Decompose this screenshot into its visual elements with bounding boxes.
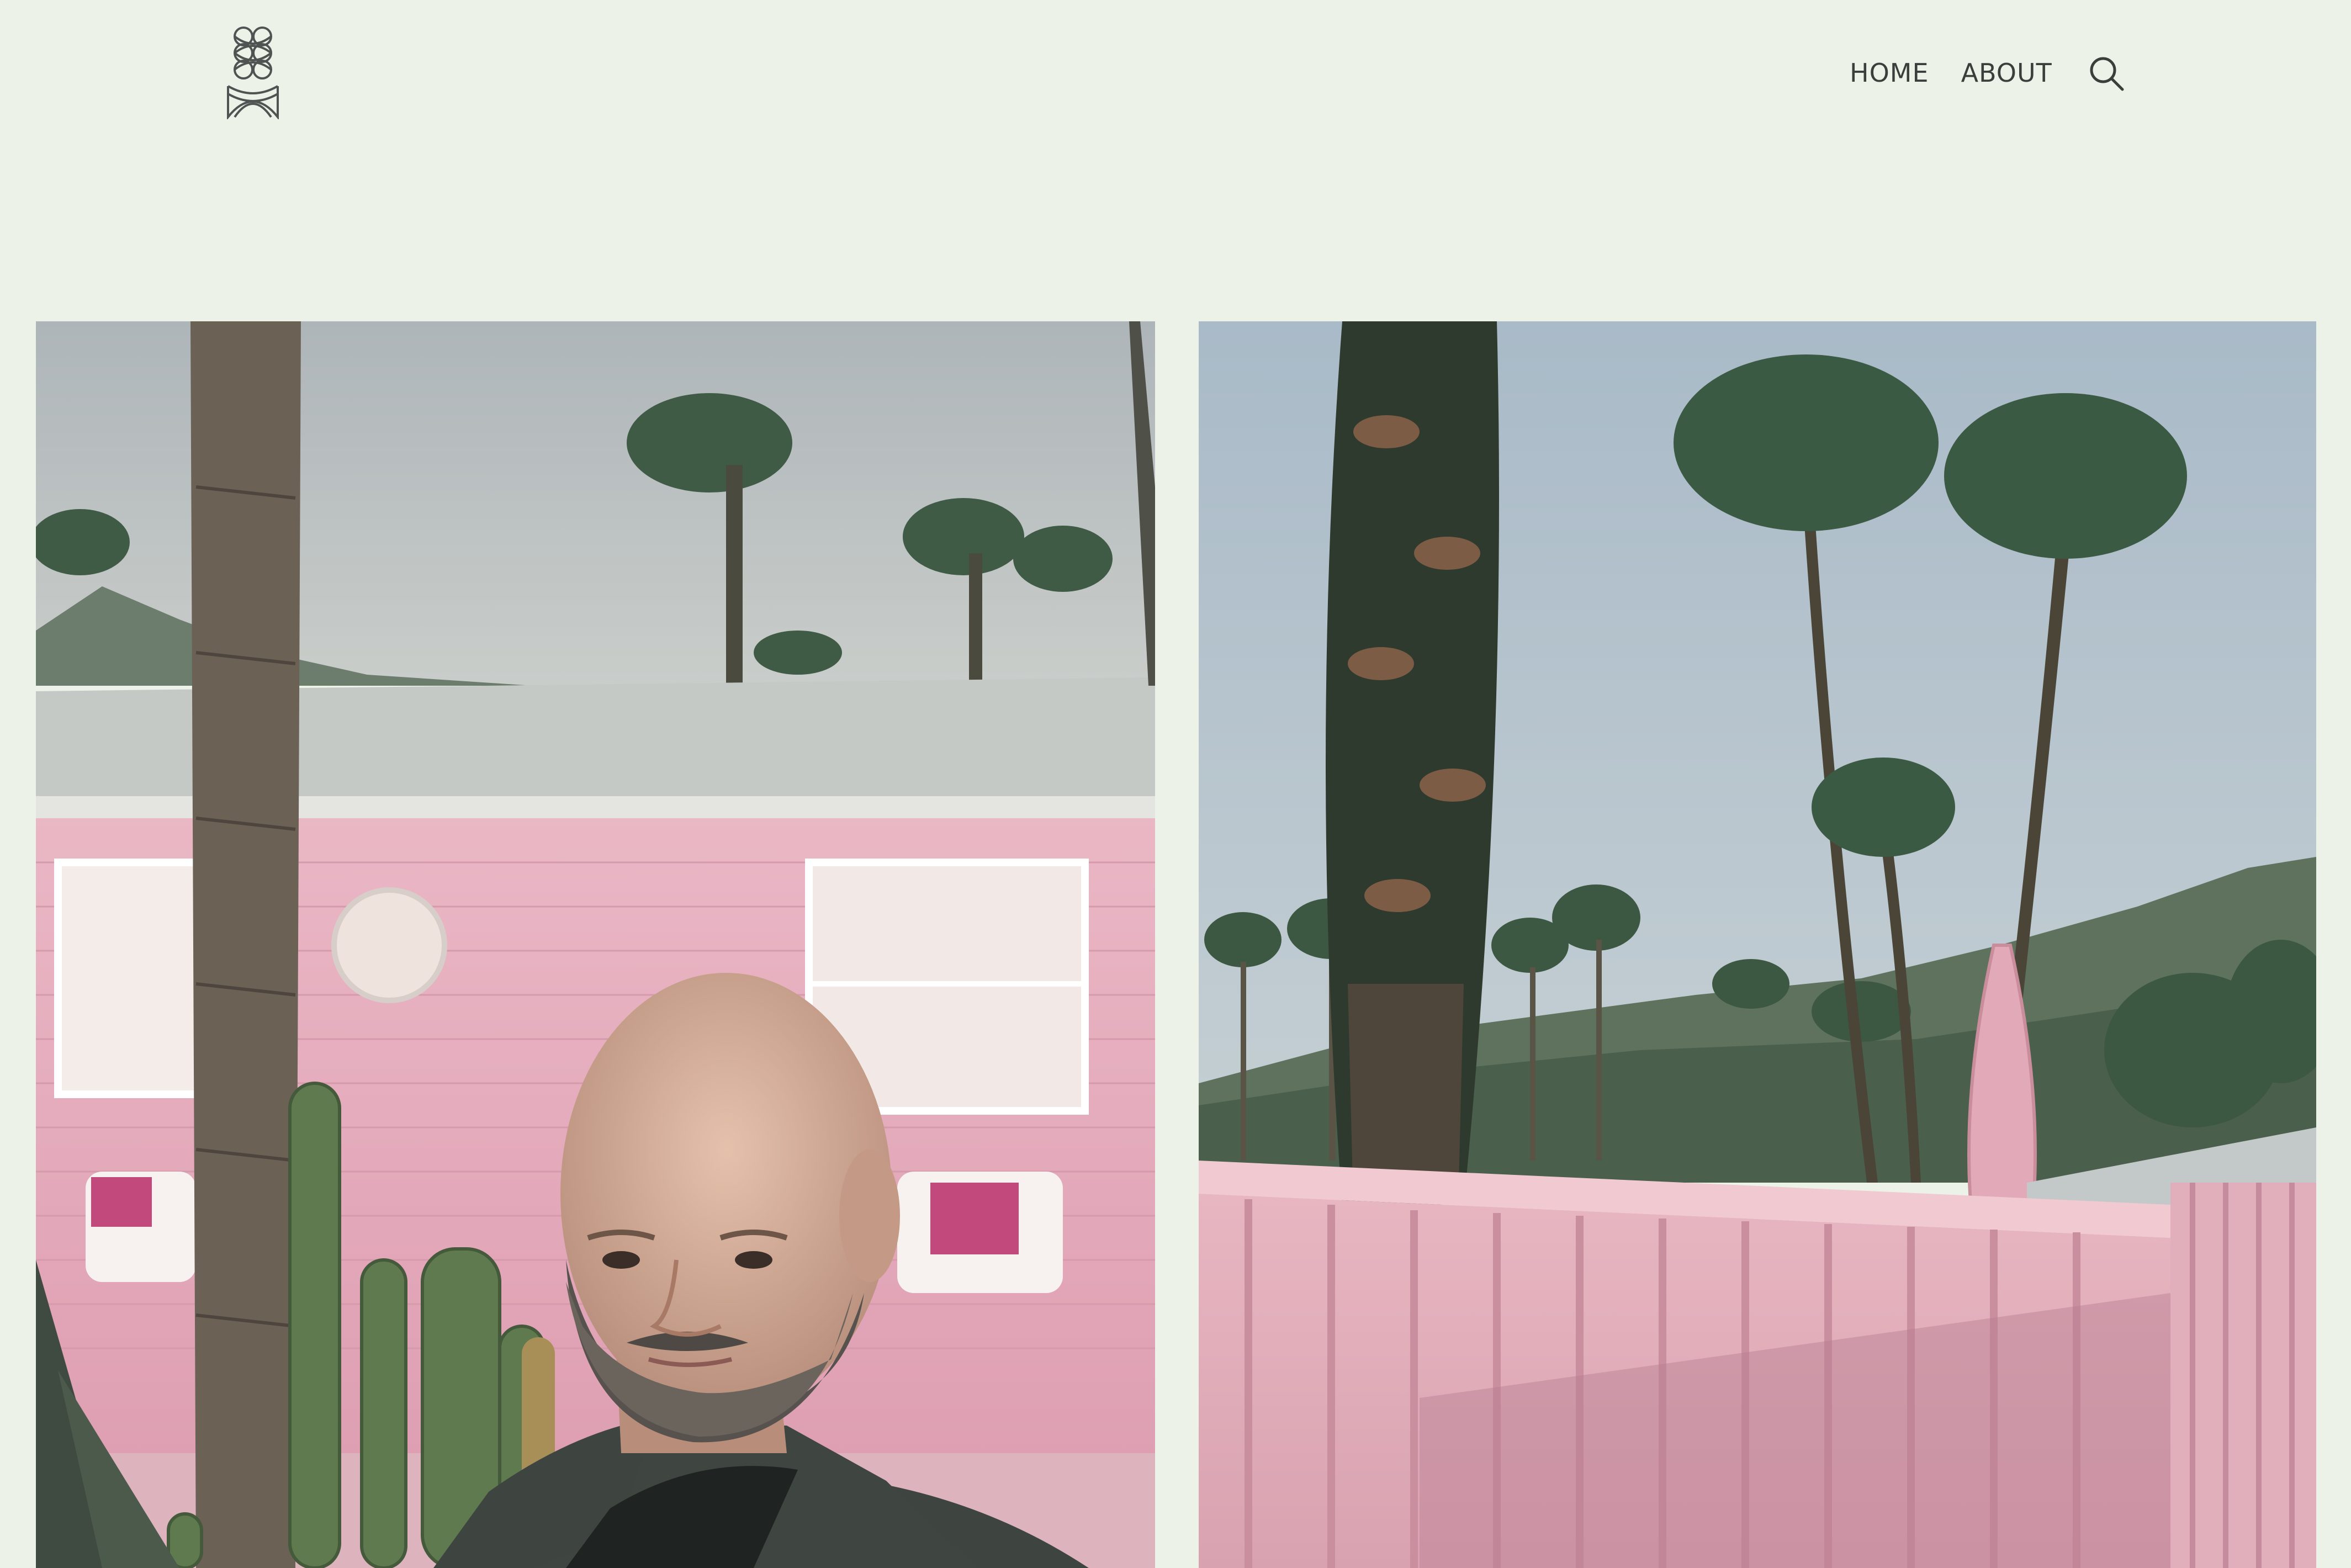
selfie-photo-image [36,321,1155,1568]
gallery-photo-selfie[interactable] [36,321,1155,1568]
photo-gallery [0,0,2351,1568]
page: HOME ABOUT [0,0,2351,1568]
palm-railing-photo-image [1199,321,2316,1568]
gallery-photo-palm-railing[interactable] [1199,321,2316,1568]
